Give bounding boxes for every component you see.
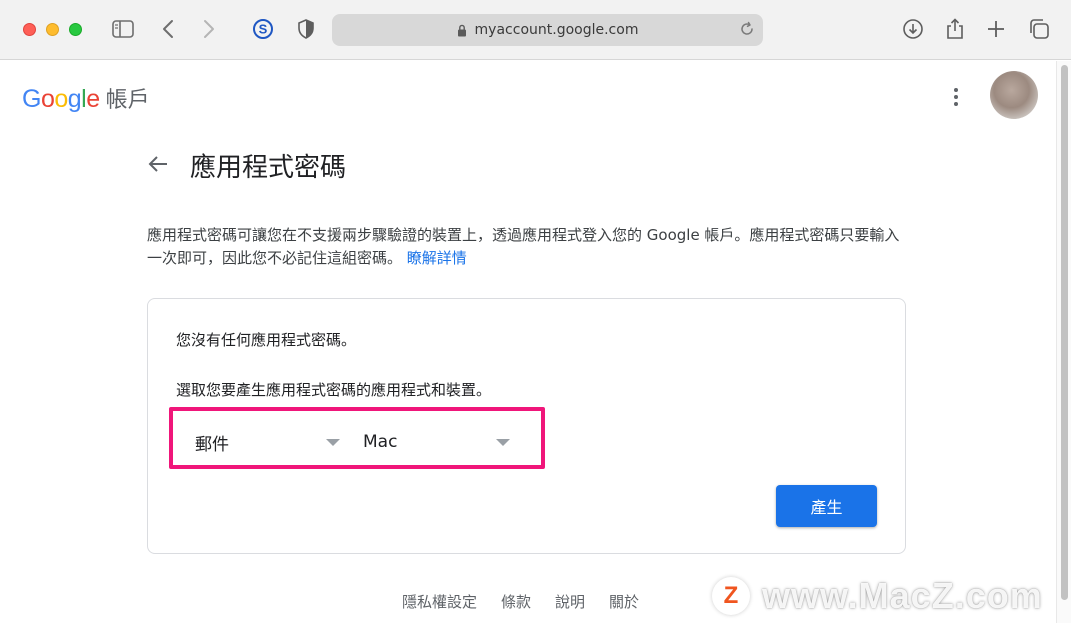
device-select-value: Mac	[363, 432, 398, 452]
back-icon[interactable]	[156, 17, 180, 41]
google-logo-text: Google	[22, 85, 100, 113]
avatar[interactable]	[990, 71, 1038, 119]
description-text: 應用程式密碼可讓您在不支援兩步驟驗證的裝置上，透過應用程式登入您的 Google…	[147, 226, 900, 267]
minimize-window-button[interactable]	[46, 23, 59, 36]
tab-overview-icon[interactable]	[1027, 17, 1051, 41]
new-tab-icon[interactable]	[984, 17, 1008, 41]
share-icon[interactable]	[943, 17, 967, 41]
browser-toolbar: S myaccount.google.com	[0, 0, 1071, 60]
learn-more-link[interactable]: 瞭解詳情	[407, 249, 467, 267]
more-options-icon[interactable]	[946, 85, 966, 109]
footer-link-about[interactable]: 關於	[609, 591, 639, 612]
select-highlight-box: 郵件 Mac	[169, 407, 545, 469]
chevron-down-icon	[496, 439, 510, 446]
download-icon[interactable]	[901, 17, 925, 41]
app-password-card: 您沒有任何應用程式密碼。 選取您要產生應用程式密碼的應用程式和裝置。 郵件 Ma…	[147, 298, 906, 554]
address-bar[interactable]: myaccount.google.com	[332, 14, 763, 46]
watermark: Z www.MacZ.com	[712, 575, 1043, 617]
app-select-value: 郵件	[195, 434, 229, 455]
lock-icon	[457, 24, 467, 37]
svg-text:S: S	[259, 22, 268, 37]
privacy-shield-icon[interactable]	[294, 17, 318, 41]
url-text: myaccount.google.com	[474, 22, 639, 38]
google-account-logo[interactable]: Google 帳戶	[22, 82, 150, 114]
sidebar-icon[interactable]	[111, 17, 135, 41]
chevron-down-icon	[326, 439, 340, 446]
zoom-window-button[interactable]	[69, 23, 82, 36]
select-prompt-text: 選取您要產生應用程式密碼的應用程式和裝置。	[176, 381, 492, 399]
logo-suffix: 帳戶	[105, 88, 150, 113]
reload-icon[interactable]	[739, 21, 755, 37]
watermark-badge: Z	[712, 577, 750, 615]
scrollbar-thumb[interactable]	[1061, 65, 1068, 600]
page-description: 應用程式密碼可讓您在不支援兩步驟驗證的裝置上，透過應用程式登入您的 Google…	[147, 224, 907, 270]
extension-s-icon[interactable]: S	[251, 17, 275, 41]
device-select-dropdown[interactable]: Mac	[363, 431, 523, 453]
generate-button[interactable]: 產生	[776, 485, 877, 527]
page-title: 應用程式密碼	[190, 153, 347, 183]
footer-link-terms[interactable]: 條款	[501, 591, 531, 612]
google-account-page: Google 帳戶 應用程式密碼 應用程式密碼可讓您在不支援兩步驟驗證的裝置上，…	[0, 61, 1056, 623]
forward-icon[interactable]	[197, 17, 221, 41]
back-arrow-icon[interactable]	[145, 151, 171, 177]
footer-link-privacy[interactable]: 隱私權設定	[402, 591, 477, 612]
watermark-text: www.MacZ.com	[762, 575, 1043, 616]
close-window-button[interactable]	[23, 23, 36, 36]
page-scrollbar[interactable]	[1056, 61, 1071, 623]
app-select-dropdown[interactable]: 郵件	[195, 431, 345, 455]
footer-link-help[interactable]: 說明	[555, 591, 585, 612]
footer-links: 隱私權設定 條款 說明 關於	[402, 591, 639, 612]
no-passwords-text: 您沒有任何應用程式密碼。	[176, 331, 357, 349]
